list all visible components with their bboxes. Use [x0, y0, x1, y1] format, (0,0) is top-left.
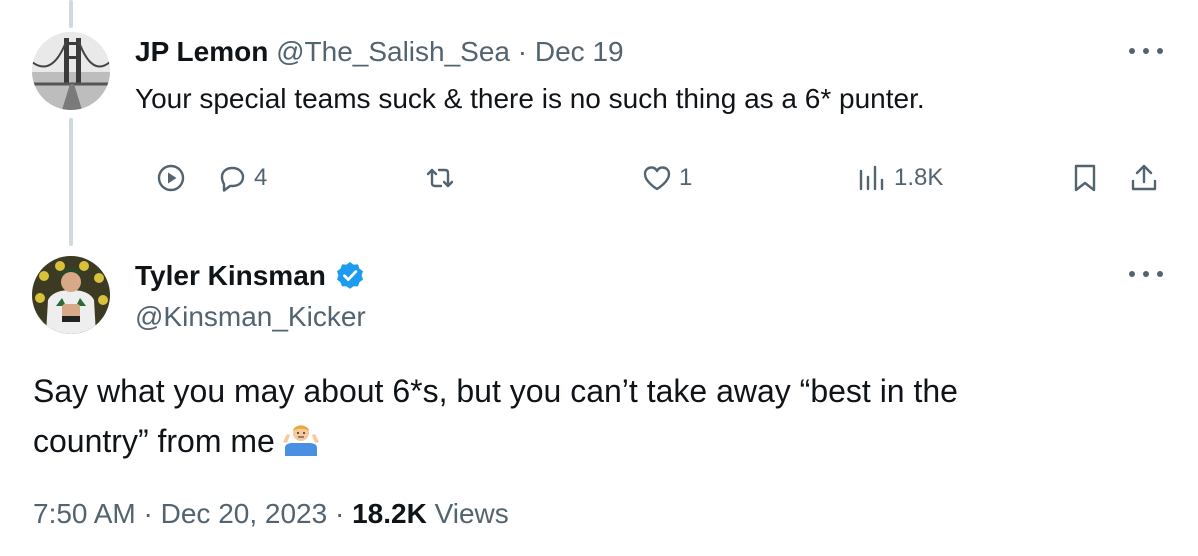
play-button[interactable] [155, 158, 187, 198]
tweet-meta: 7:50 AM · Dec 20, 2023 · 18.2K Views [33, 494, 509, 534]
share-icon [1131, 164, 1157, 191]
person-shrugging-icon [282, 425, 319, 456]
like-count: 1 [679, 164, 693, 191]
play-circle-icon [157, 164, 185, 192]
main-tweet-text-line2-row: country” from me [33, 416, 1093, 466]
reply-count: 4 [254, 164, 268, 191]
tweet-views-count[interactable]: 18.2K [352, 498, 427, 529]
main-avatar[interactable] [32, 256, 110, 334]
bookmark-button[interactable] [1069, 158, 1101, 198]
share-button[interactable] [1128, 158, 1160, 198]
reply-button[interactable]: 4 [216, 158, 267, 198]
reply-avatar[interactable] [32, 32, 110, 110]
thread-line-top [69, 0, 73, 28]
football-player-photo-icon [32, 256, 110, 334]
reply-date[interactable]: Dec 19 [535, 36, 624, 67]
retweet-button[interactable] [424, 158, 456, 198]
main-more-icon[interactable] [1129, 268, 1163, 280]
tweet-date[interactable]: Dec 20, 2023 [161, 498, 328, 529]
main-tweet-text: Say what you may about 6*s, but you can’… [33, 366, 1093, 466]
reply-handle[interactable]: @The_Salish_Sea [276, 36, 510, 67]
main-handle[interactable]: @Kinsman_Kicker [135, 297, 366, 337]
reply-more-icon[interactable] [1129, 45, 1163, 57]
reply-display-name[interactable]: JP Lemon [135, 36, 268, 67]
views-count: 1.8K [894, 164, 944, 191]
bookmark-icon [1074, 164, 1096, 192]
reply-separator: · [517, 36, 528, 67]
meta-separator: · [143, 498, 153, 529]
like-button[interactable]: 1 [641, 158, 692, 198]
analytics-icon [859, 165, 884, 191]
main-tweet-text-line1: Say what you may about 6*s, but you can’… [33, 373, 958, 409]
verified-badge-icon[interactable] [334, 260, 366, 292]
meta-separator-2: · [334, 498, 345, 529]
reply-action-bar: 4 1 1.8K [0, 158, 1198, 198]
reply-text: Your special teams suck & there is no su… [135, 83, 925, 114]
main-display-name-row[interactable]: Tyler Kinsman [135, 256, 366, 296]
heart-icon [643, 166, 671, 191]
retweet-icon [426, 168, 454, 188]
tweet-views-label: Views [434, 498, 509, 529]
views-button[interactable]: 1.8K [856, 158, 943, 198]
main-display-name[interactable]: Tyler Kinsman [135, 256, 326, 296]
comment-icon [220, 166, 245, 192]
main-tweet-text-line2: country” from me [33, 423, 275, 459]
tweet-time[interactable]: 7:50 AM [33, 498, 136, 529]
bridge-photo-icon [32, 32, 110, 110]
reply-header: JP Lemon @The_Salish_Sea · Dec 19 [135, 32, 624, 72]
